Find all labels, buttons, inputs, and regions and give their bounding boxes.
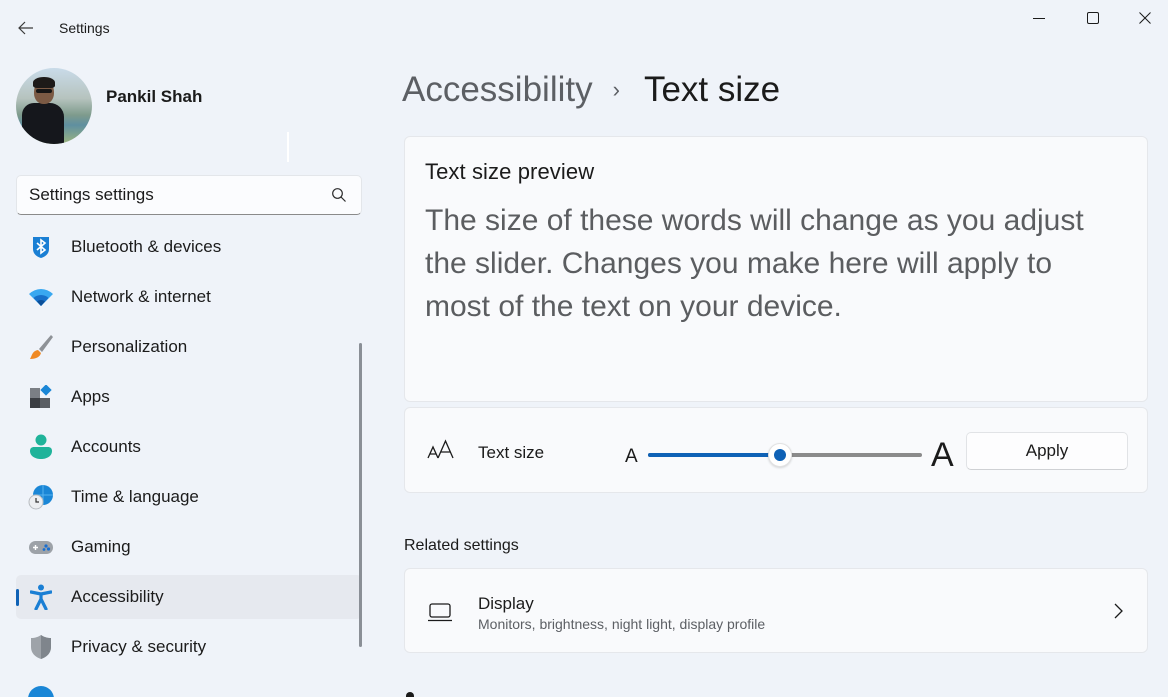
minimize-button[interactable] [1016, 0, 1062, 36]
profile-name: Pankil Shah [106, 87, 203, 106]
breadcrumb: Accessibility › Text size [402, 70, 780, 110]
preview-text: The size of these words will change as y… [425, 204, 1084, 323]
sidebar-item-accounts[interactable]: Accounts [16, 425, 362, 469]
user-profile[interactable]: Pankil Shah [16, 68, 202, 144]
avatar-hair-shape [33, 77, 55, 88]
sidebar-item-personalization[interactable]: Personalization [16, 325, 362, 369]
next-section-partial [406, 692, 414, 697]
sidebar-item-privacy-security[interactable]: Privacy & security [16, 625, 362, 669]
sidebar-item-label: Accessibility [71, 587, 164, 606]
avatar [16, 68, 92, 144]
search-input[interactable] [29, 185, 329, 205]
globe-clock-icon [28, 484, 54, 510]
slider-thumb[interactable] [767, 443, 792, 467]
sidebar-item-label: Bluetooth & devices [71, 237, 222, 256]
sidebar-item-label: Network & internet [71, 287, 211, 306]
text-size-setting-card: Text size A A Apply [404, 407, 1148, 493]
person-icon [28, 434, 54, 460]
maximize-icon [1087, 12, 1099, 24]
avatar-body-shape [22, 103, 64, 144]
related-item-display[interactable]: Display Monitors, brightness, night ligh… [404, 568, 1148, 653]
sidebar-item-gaming[interactable]: Gaming [16, 525, 362, 569]
minimize-icon [1033, 18, 1045, 19]
sidebar-item-accessibility[interactable]: Accessibility [16, 575, 362, 619]
gamepad-icon [28, 534, 54, 560]
small-a-label: A [625, 446, 638, 467]
close-icon [1139, 12, 1151, 24]
paintbrush-icon [28, 334, 54, 360]
accessibility-icon [28, 584, 54, 610]
sidebar-item-label: Gaming [71, 537, 131, 556]
text-size-label: Text size [478, 443, 545, 462]
sidebar-scrollbar[interactable] [359, 343, 362, 647]
shield-icon [28, 634, 54, 660]
related-item-subtitle: Monitors, brightness, night light, displ… [478, 616, 766, 632]
sidebar-item-bluetooth[interactable]: Bluetooth & devices [16, 225, 362, 269]
title-bar: Settings [0, 0, 1168, 48]
search-icon[interactable] [329, 185, 349, 205]
breadcrumb-parent-link[interactable]: Accessibility [402, 70, 593, 110]
divider [287, 132, 289, 162]
bluetooth-icon [28, 234, 54, 260]
large-a-label: A [931, 436, 954, 474]
sidebar-nav: Bluetooth & devices Network & internet P… [16, 225, 362, 675]
monitor-icon [428, 603, 452, 622]
apply-button[interactable]: Apply [966, 432, 1128, 470]
settings-window: Settings Pankil Shah Settings settings B… [0, 0, 1168, 697]
back-button[interactable] [12, 14, 40, 42]
sidebar-item-time-language[interactable]: Time & language [16, 475, 362, 519]
app-title: Settings [59, 20, 110, 36]
page-title: Text size [643, 70, 781, 109]
wifi-icon [28, 284, 54, 310]
apps-icon [28, 384, 54, 410]
related-settings-heading: Related settings [404, 537, 519, 554]
text-size-preview-card: Text size preview The size of these word… [404, 136, 1148, 402]
text-size-icon [427, 439, 454, 459]
chevron-right-icon [1114, 603, 1123, 619]
slider-fill [648, 453, 780, 457]
maximize-button[interactable] [1070, 0, 1116, 36]
sidebar-item-label: Accounts [71, 437, 141, 456]
selection-indicator [16, 589, 19, 606]
related-item-title: Display [478, 594, 534, 613]
close-button[interactable] [1122, 0, 1168, 36]
sidebar-item-label: Privacy & security [71, 637, 207, 656]
sidebar-item-label: Apps [71, 387, 110, 406]
sidebar-item-network[interactable]: Network & internet [16, 275, 362, 319]
avatar-sunglasses-shape [36, 89, 52, 93]
sidebar-item-apps[interactable]: Apps [16, 375, 362, 419]
back-arrow-icon [18, 21, 33, 35]
sidebar-item-label: Personalization [71, 337, 188, 356]
windows-update-icon-partial [28, 686, 54, 697]
text-size-slider[interactable] [648, 441, 922, 469]
preview-title: Text size preview [425, 159, 595, 184]
breadcrumb-chevron-icon: › [612, 77, 620, 102]
sidebar-item-label: Time & language [71, 487, 199, 506]
search-box[interactable] [16, 175, 362, 215]
